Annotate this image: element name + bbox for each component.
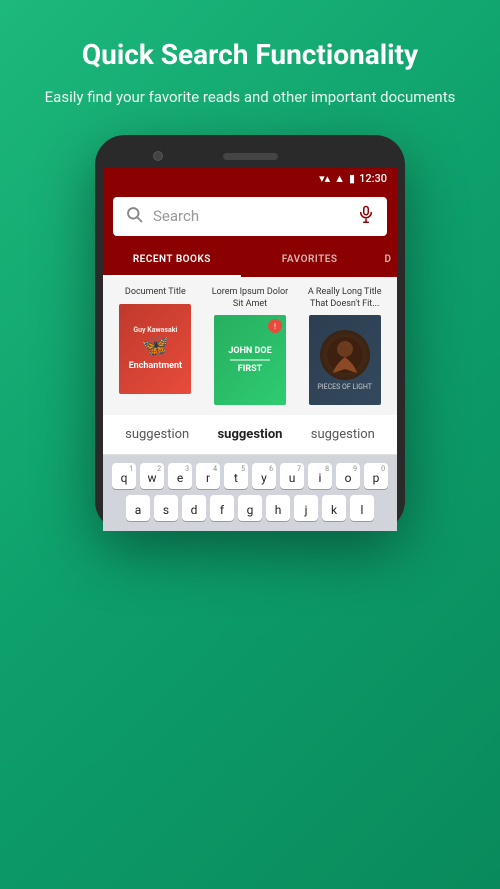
book-2-title: Lorem Ipsum Dolor Sit Amet bbox=[206, 287, 295, 310]
key-s[interactable]: s bbox=[154, 495, 178, 521]
keyboard-row-2: a s d f g h j k l bbox=[107, 495, 393, 521]
app-toolbar: Search bbox=[103, 189, 397, 244]
battery-icon: ▮ bbox=[349, 172, 355, 185]
book-3-cover: PIECES OF LIGHT bbox=[309, 315, 381, 405]
book-2-badge: ! bbox=[268, 319, 282, 333]
book-1-decoration: 🦋 bbox=[142, 334, 169, 359]
mic-icon[interactable] bbox=[357, 205, 375, 228]
key-h[interactable]: h bbox=[266, 495, 290, 521]
key-t[interactable]: 5t bbox=[224, 463, 248, 489]
keyboard-row-1: 1q 2w 3e 4r 5t 6y 7u 8i 9o 0p bbox=[107, 463, 393, 489]
suggestion-1[interactable]: suggestion bbox=[125, 427, 189, 442]
tabs-bar: RECENT BOOKS FAVORITES D bbox=[103, 244, 397, 277]
book-3-subtitle: PIECES OF LIGHT bbox=[317, 383, 372, 391]
book-item-2[interactable]: Lorem Ipsum Dolor Sit Amet ! JOHN DOE FI… bbox=[206, 287, 295, 405]
status-icons: ▾▴ ▲ ▮ 12:30 bbox=[319, 172, 387, 185]
tab-partial[interactable]: D bbox=[379, 244, 398, 277]
tab-favorites[interactable]: FAVORITES bbox=[241, 244, 379, 277]
signal-icon: ▲ bbox=[334, 172, 345, 185]
book-1-title: Document Title bbox=[125, 287, 186, 299]
book-2-name: FIRST bbox=[238, 364, 262, 375]
search-bar[interactable]: Search bbox=[113, 197, 387, 236]
app-screen: ▾▴ ▲ ▮ 12:30 Search bbox=[103, 168, 397, 531]
key-e[interactable]: 3e bbox=[168, 463, 192, 489]
sub-title: Easily find your favorite reads and othe… bbox=[45, 86, 456, 109]
book-1-author: Guy Kawasaki bbox=[133, 326, 177, 334]
books-grid: Document Title Guy Kawasaki 🦋 Enchantmen… bbox=[103, 277, 397, 415]
search-placeholder[interactable]: Search bbox=[153, 207, 347, 225]
suggestion-2[interactable]: suggestion bbox=[217, 427, 282, 442]
key-u[interactable]: 7u bbox=[280, 463, 304, 489]
time-display: 12:30 bbox=[359, 172, 387, 185]
speaker bbox=[223, 153, 278, 160]
book-1-cover: Guy Kawasaki 🦋 Enchantment bbox=[119, 304, 191, 394]
key-l[interactable]: l bbox=[350, 495, 374, 521]
book-item-1[interactable]: Document Title Guy Kawasaki 🦋 Enchantmen… bbox=[111, 287, 200, 405]
suggestions-bar: suggestion suggestion suggestion bbox=[103, 415, 397, 455]
book-3-title: A Really Long Title That Doesn't Fit... bbox=[300, 287, 389, 310]
key-k[interactable]: k bbox=[322, 495, 346, 521]
main-title: Quick Search Functionality bbox=[45, 38, 456, 72]
key-d[interactable]: d bbox=[182, 495, 206, 521]
key-p[interactable]: 0p bbox=[364, 463, 388, 489]
key-i[interactable]: 8i bbox=[308, 463, 332, 489]
key-j[interactable]: j bbox=[294, 495, 318, 521]
book-2-cover: ! JOHN DOE FIRST bbox=[214, 315, 286, 405]
book-2-divider bbox=[230, 359, 270, 361]
tab-recent-books[interactable]: RECENT BOOKS bbox=[103, 244, 241, 277]
search-icon bbox=[125, 205, 143, 228]
phone-top-bar bbox=[103, 147, 397, 168]
book-item-3[interactable]: A Really Long Title That Doesn't Fit... … bbox=[300, 287, 389, 405]
phone-frame: ▾▴ ▲ ▮ 12:30 Search bbox=[95, 135, 405, 531]
key-g[interactable]: g bbox=[238, 495, 262, 521]
book-3-img bbox=[320, 330, 370, 380]
key-y[interactable]: 6y bbox=[252, 463, 276, 489]
key-q[interactable]: 1q bbox=[112, 463, 136, 489]
keyboard: 1q 2w 3e 4r 5t 6y 7u 8i 9o 0p a s d f g … bbox=[103, 455, 397, 531]
key-r[interactable]: 4r bbox=[196, 463, 220, 489]
key-a[interactable]: a bbox=[126, 495, 150, 521]
key-f[interactable]: f bbox=[210, 495, 234, 521]
key-o[interactable]: 9o bbox=[336, 463, 360, 489]
book-2-author: JOHN DOE bbox=[228, 346, 271, 356]
suggestion-3[interactable]: suggestion bbox=[311, 427, 375, 442]
status-bar: ▾▴ ▲ ▮ 12:30 bbox=[103, 168, 397, 189]
book-1-name: Enchantment bbox=[129, 361, 183, 372]
wifi-icon: ▾▴ bbox=[319, 172, 330, 185]
header-section: Quick Search Functionality Easily find y… bbox=[15, 0, 486, 125]
key-w[interactable]: 2w bbox=[140, 463, 164, 489]
camera bbox=[153, 151, 163, 161]
